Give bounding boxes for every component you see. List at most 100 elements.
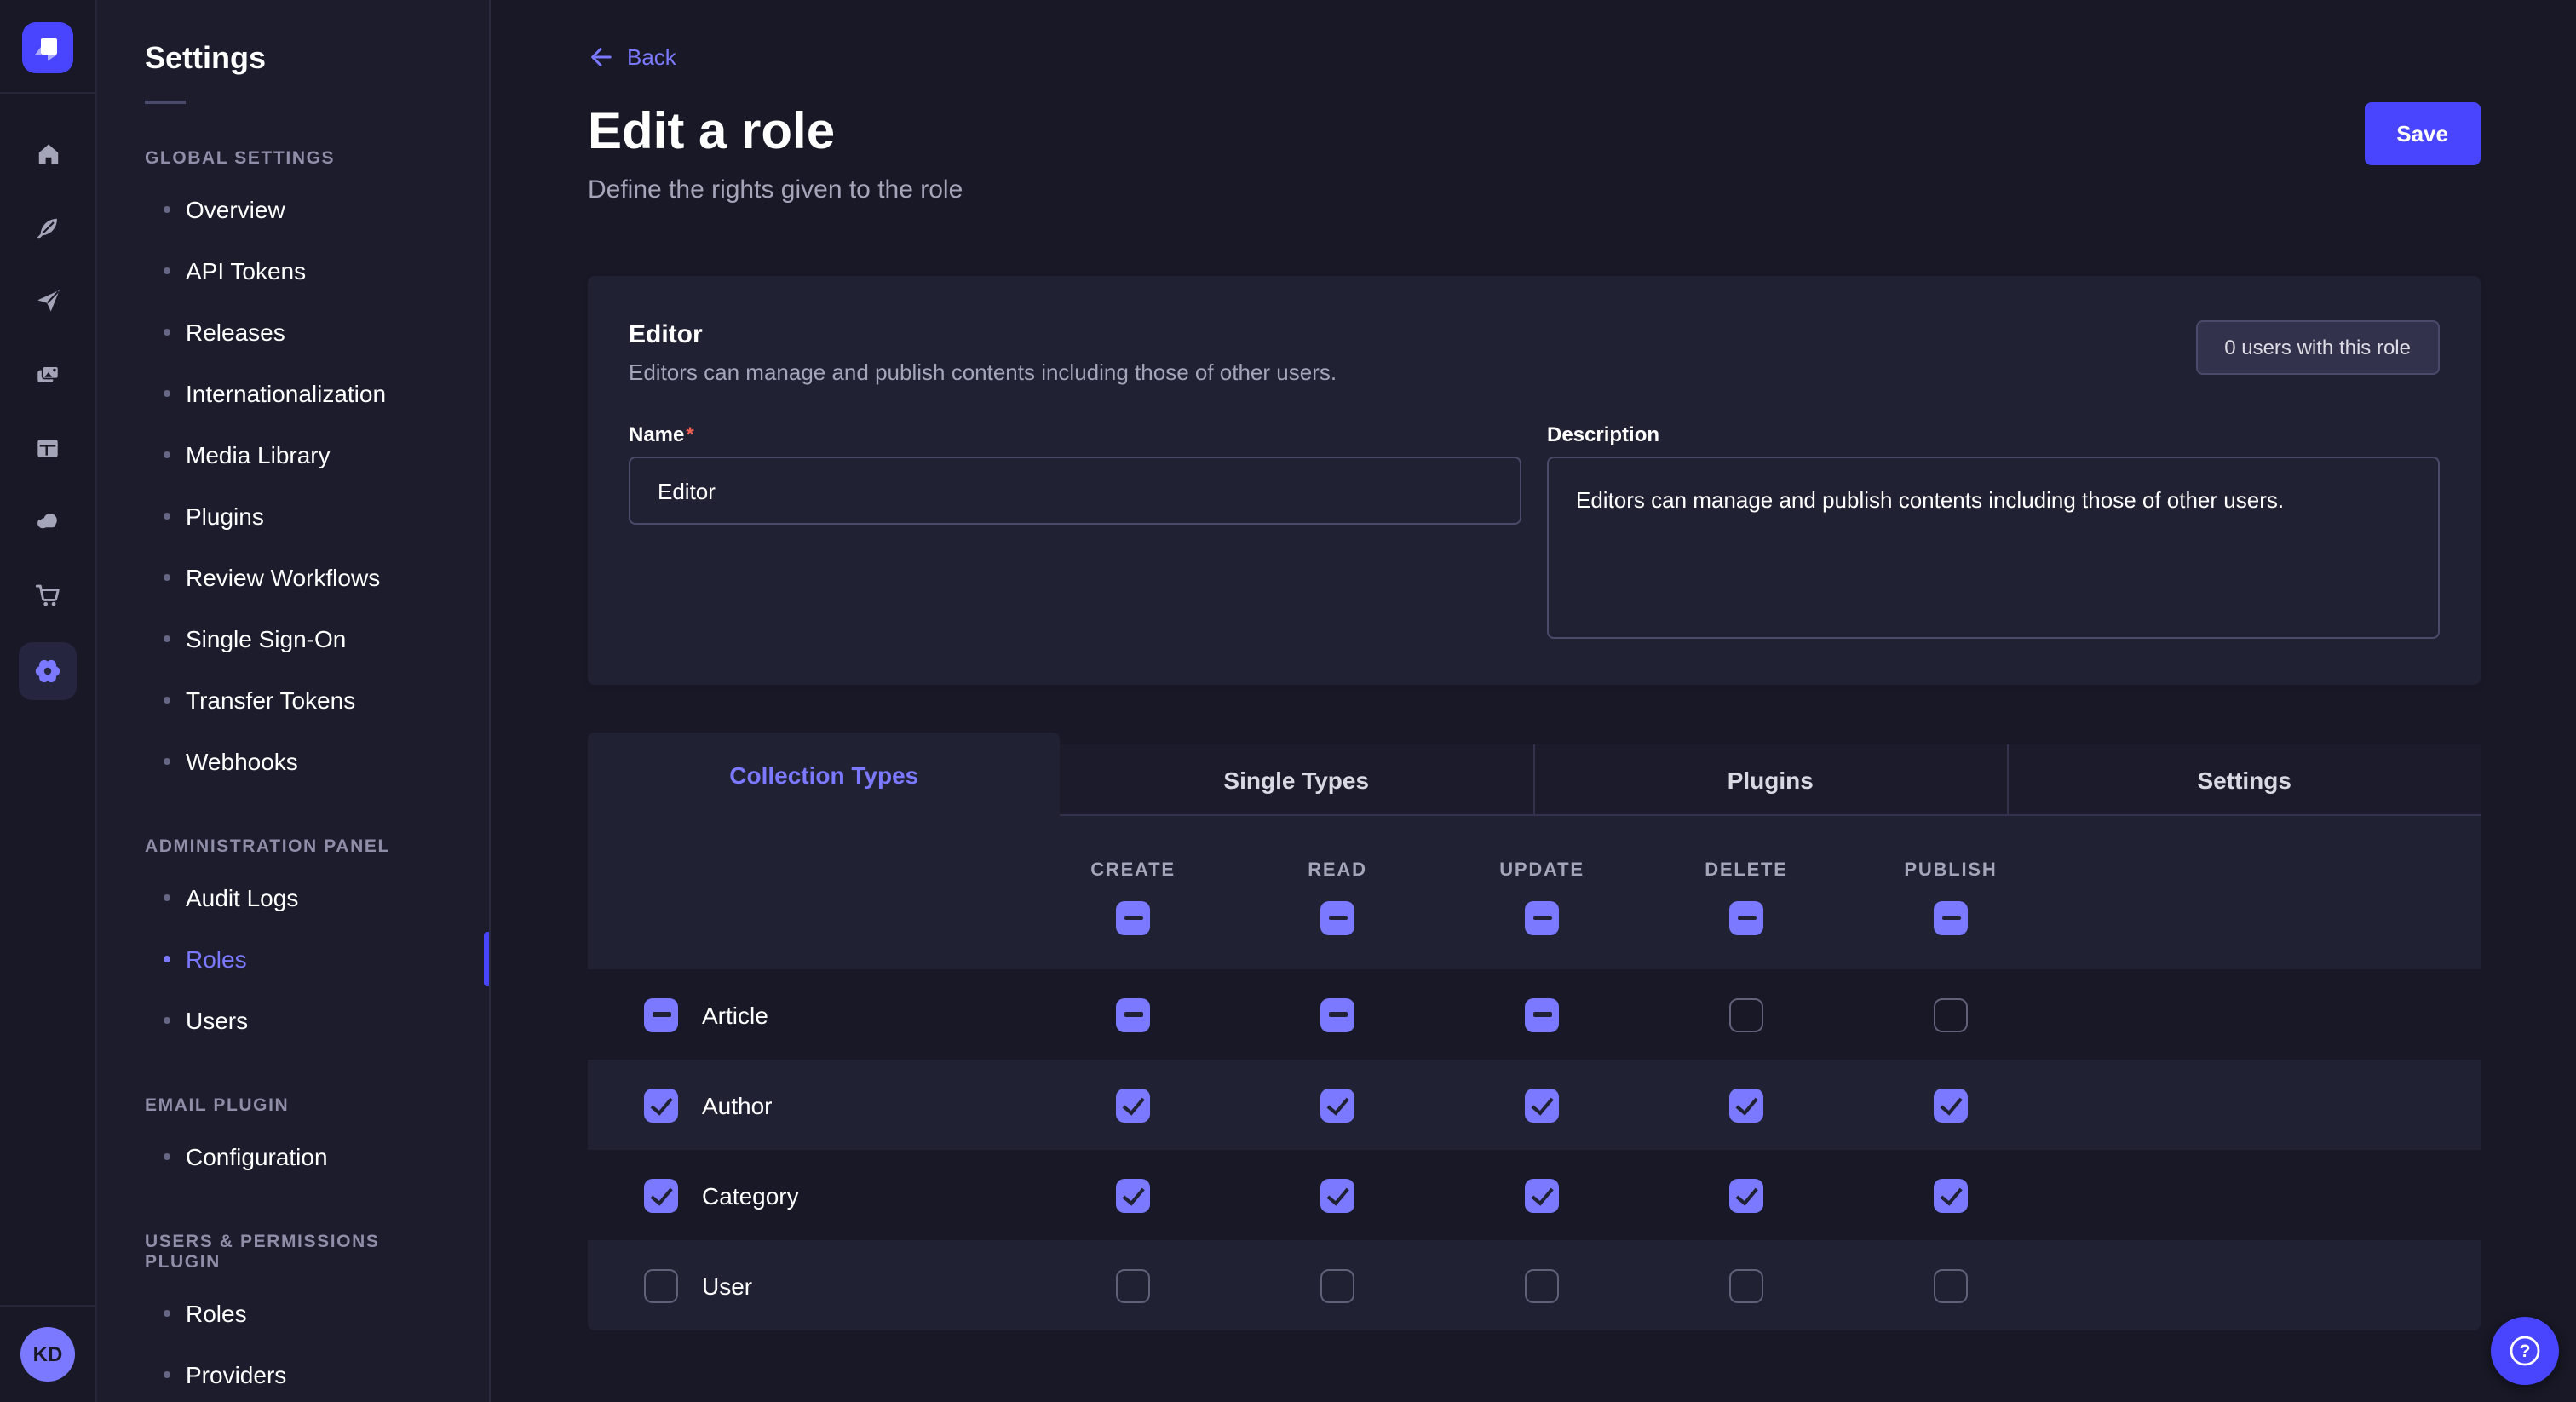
sidebar-section-users-permissions-plugin: USERS & PERMISSIONS PLUGINRolesProviders xyxy=(97,1232,489,1402)
permission-cell xyxy=(1440,1088,1644,1122)
bullet-icon xyxy=(164,635,170,642)
sidebar-item-single-sign-on[interactable]: Single Sign-On xyxy=(97,608,489,669)
sidebar-item-releases[interactable]: Releases xyxy=(97,302,489,363)
author-create-checkbox[interactable] xyxy=(1116,1088,1150,1122)
settings-icon[interactable] xyxy=(0,630,95,712)
permission-cell xyxy=(1849,1088,2053,1122)
bullet-icon xyxy=(164,1310,170,1317)
media-library-icon[interactable] xyxy=(0,337,95,411)
sidebar-item-label: Media Library xyxy=(186,441,331,468)
permissions-panel: CREATEREADUPDATEDELETEPUBLISH ArticleAut… xyxy=(588,816,2481,1330)
sidebar-item-label: Webhooks xyxy=(186,748,298,775)
sidebar-item-internationalization[interactable]: Internationalization xyxy=(97,363,489,424)
save-button[interactable]: Save xyxy=(2364,102,2481,165)
article-read-checkbox[interactable] xyxy=(1320,997,1354,1031)
home-icon[interactable] xyxy=(0,118,95,191)
article-update-checkbox[interactable] xyxy=(1525,997,1559,1031)
sidebar-item-label: Single Sign-On xyxy=(186,625,346,652)
author-delete-checkbox[interactable] xyxy=(1729,1088,1763,1122)
permission-cell xyxy=(1644,997,1849,1031)
sidebar-section-global-settings: GLOBAL SETTINGSOverviewAPI TokensRelease… xyxy=(97,148,489,792)
select-all-create-checkbox[interactable] xyxy=(1116,901,1150,935)
content-type-builder-icon[interactable] xyxy=(0,411,95,484)
category-update-checkbox[interactable] xyxy=(1525,1178,1559,1212)
sidebar-item-api-tokens[interactable]: API Tokens xyxy=(97,240,489,302)
permission-cell xyxy=(1644,1178,1849,1212)
category-row-checkbox[interactable] xyxy=(644,1178,678,1212)
category-create-checkbox[interactable] xyxy=(1116,1178,1150,1212)
article-row-checkbox[interactable] xyxy=(644,997,678,1031)
sidebar-item-configuration[interactable]: Configuration xyxy=(97,1126,489,1187)
user-delete-checkbox[interactable] xyxy=(1729,1268,1763,1302)
article-delete-checkbox[interactable] xyxy=(1729,997,1763,1031)
table-row-category: Category xyxy=(588,1150,2481,1240)
category-publish-checkbox[interactable] xyxy=(1934,1178,1968,1212)
sidebar-item-roles[interactable]: Roles xyxy=(97,928,489,990)
bullet-icon xyxy=(164,206,170,213)
sidebar-item-overview[interactable]: Overview xyxy=(97,179,489,240)
tab-single-types[interactable]: Single Types xyxy=(1061,744,1533,816)
sidebar-item-transfer-tokens[interactable]: Transfer Tokens xyxy=(97,669,489,731)
sidebar-item-media-library[interactable]: Media Library xyxy=(97,424,489,486)
user-publish-checkbox[interactable] xyxy=(1934,1268,1968,1302)
help-button[interactable]: ? xyxy=(2491,1317,2559,1385)
sidebar-item-webhooks[interactable]: Webhooks xyxy=(97,731,489,792)
row-label: Category xyxy=(702,1181,799,1209)
tab-collection-types[interactable]: Collection Types xyxy=(588,733,1061,816)
content-manager-icon[interactable] xyxy=(0,191,95,264)
users-with-role-button[interactable]: 0 users with this role xyxy=(2195,320,2440,375)
tab-settings[interactable]: Settings xyxy=(2007,744,2481,816)
sidebar-section-administration-panel: ADMINISTRATION PANELAudit LogsRolesUsers xyxy=(97,836,489,1051)
page-subtitle: Define the rights given to the role xyxy=(588,175,2481,204)
cloud-icon[interactable] xyxy=(0,484,95,557)
permission-cell xyxy=(1031,997,1235,1031)
avatar[interactable]: KD xyxy=(20,1327,75,1382)
sidebar-item-plugins[interactable]: Plugins xyxy=(97,486,489,547)
sidebar-item-audit-logs[interactable]: Audit Logs xyxy=(97,867,489,928)
permission-cell xyxy=(1031,1268,1235,1302)
sidebar-item-label: Plugins xyxy=(186,503,264,530)
author-update-checkbox[interactable] xyxy=(1525,1088,1559,1122)
article-publish-checkbox[interactable] xyxy=(1934,997,1968,1031)
category-read-checkbox[interactable] xyxy=(1320,1178,1354,1212)
sidebar-item-label: Transfer Tokens xyxy=(186,687,355,714)
author-read-checkbox[interactable] xyxy=(1320,1088,1354,1122)
user-row-checkbox[interactable] xyxy=(644,1268,678,1302)
strapi-logo[interactable] xyxy=(22,22,73,73)
sidebar-item-providers[interactable]: Providers xyxy=(97,1344,489,1402)
bullet-icon xyxy=(164,1017,170,1024)
tab-plugins[interactable]: Plugins xyxy=(1532,744,2007,816)
bullet-icon xyxy=(164,513,170,520)
user-read-checkbox[interactable] xyxy=(1320,1268,1354,1302)
user-update-checkbox[interactable] xyxy=(1525,1268,1559,1302)
name-input[interactable] xyxy=(629,457,1521,525)
marketplace-icon[interactable] xyxy=(0,557,95,630)
bullet-icon xyxy=(164,390,170,397)
category-delete-checkbox[interactable] xyxy=(1729,1178,1763,1212)
select-all-delete-checkbox[interactable] xyxy=(1729,901,1763,935)
author-row-checkbox[interactable] xyxy=(644,1088,678,1122)
row-label-cell: Category xyxy=(588,1178,1031,1212)
select-all-update-checkbox[interactable] xyxy=(1525,901,1559,935)
column-publish: PUBLISH xyxy=(1849,816,2053,935)
permission-cell xyxy=(1235,997,1440,1031)
author-publish-checkbox[interactable] xyxy=(1934,1088,1968,1122)
sidebar-item-label: Overview xyxy=(186,196,285,223)
back-link[interactable]: Back xyxy=(588,44,676,70)
releases-icon[interactable] xyxy=(0,264,95,337)
sidebar-item-roles[interactable]: Roles xyxy=(97,1283,489,1344)
article-create-checkbox[interactable] xyxy=(1116,997,1150,1031)
sidebar-item-label: Configuration xyxy=(186,1143,328,1170)
column-label: READ xyxy=(1308,860,1367,881)
description-textarea[interactable]: Editors can manage and publish contents … xyxy=(1547,457,2440,639)
column-update: UPDATE xyxy=(1440,816,1644,935)
permission-cell xyxy=(1031,1178,1235,1212)
user-create-checkbox[interactable] xyxy=(1116,1268,1150,1302)
sidebar-item-users[interactable]: Users xyxy=(97,990,489,1051)
column-label: DELETE xyxy=(1705,860,1788,881)
sidebar-item-review-workflows[interactable]: Review Workflows xyxy=(97,547,489,608)
select-all-publish-checkbox[interactable] xyxy=(1934,901,1968,935)
select-all-read-checkbox[interactable] xyxy=(1320,901,1354,935)
row-label: Author xyxy=(702,1091,773,1118)
sidebar-item-label: Providers xyxy=(186,1361,286,1388)
